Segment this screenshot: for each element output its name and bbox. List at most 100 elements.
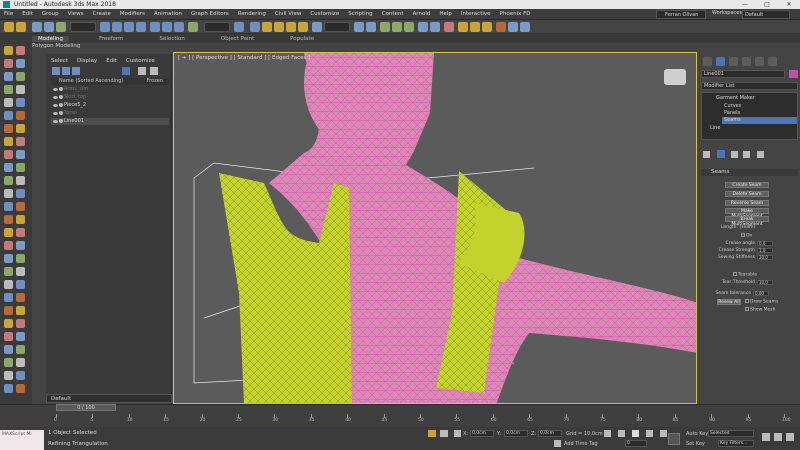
motion-tab-icon[interactable]: [742, 57, 751, 66]
light-icon[interactable]: [4, 150, 13, 159]
stack-item-line[interactable]: Line: [710, 125, 720, 132]
display-shapes-icon[interactable]: [72, 67, 80, 75]
reference-coordinate-dropdown[interactable]: [204, 22, 230, 32]
key-mode-icon[interactable]: [668, 433, 680, 445]
viewport-alt-icon[interactable]: [16, 293, 25, 302]
schematic-view-icon[interactable]: [430, 22, 440, 32]
phoenix-icon[interactable]: [4, 345, 13, 354]
column-header[interactable]: Name (Sorted Ascending) Frozen: [51, 78, 169, 85]
delete-seam-button[interactable]: Delete Seam: [725, 191, 769, 197]
x-coordinate-field[interactable]: 0,0cm: [470, 430, 494, 437]
viewport-icon[interactable]: [4, 293, 13, 302]
menu-modifiers[interactable]: Modifiers: [120, 11, 145, 17]
arnold-alt-icon[interactable]: [16, 332, 25, 341]
display-alt-icon[interactable]: [16, 306, 25, 315]
helper-icon[interactable]: [4, 176, 13, 185]
select-and-rotate-icon[interactable]: [162, 22, 172, 32]
go-to-start-icon[interactable]: [604, 430, 611, 437]
object-name-field[interactable]: Line001: [701, 70, 785, 78]
seam-tolerance-spinner[interactable]: 0,00: [753, 291, 769, 296]
z-coordinate-field[interactable]: 0,0cm: [538, 430, 562, 437]
scene-row-torso[interactable]: Torso: [51, 110, 169, 117]
script-icon[interactable]: [4, 267, 13, 276]
menu-group[interactable]: Group: [42, 11, 59, 17]
render-alt-icon[interactable]: [16, 215, 25, 224]
snap-toggle-icon[interactable]: [262, 22, 272, 32]
sort-icon[interactable]: [122, 67, 130, 75]
paint-alt-icon[interactable]: [16, 111, 25, 120]
window-crossing-icon[interactable]: [136, 22, 146, 32]
resew-all-button[interactable]: Resew All: [717, 299, 741, 305]
next-frame-icon[interactable]: [646, 430, 653, 437]
bind-space-warp-icon[interactable]: [56, 22, 66, 32]
zoom-all-icon[interactable]: [774, 433, 782, 441]
perspective-viewport[interactable]: [ + ] [ Perspective ] [ Standard ] [ Edg…: [173, 52, 697, 404]
object-alt-icon[interactable]: [16, 124, 25, 133]
link-icon[interactable]: [32, 22, 42, 32]
crease-angle-spinner[interactable]: 0,0: [757, 241, 773, 246]
show-end-result-icon[interactable]: [717, 150, 725, 158]
current-frame-field[interactable]: 0: [625, 440, 647, 447]
tab-modeling[interactable]: Modeling: [32, 35, 70, 42]
menu-help[interactable]: Help: [439, 11, 452, 17]
curve-alt-icon[interactable]: [16, 254, 25, 263]
curve-editor-icon[interactable]: [418, 22, 428, 32]
arnold-render-icon[interactable]: [496, 22, 506, 32]
tear-threshold-spinner[interactable]: 10,0: [757, 280, 773, 285]
open-icon[interactable]: [4, 59, 13, 68]
garment-panel-front[interactable]: [219, 173, 352, 404]
new-scene-alt-icon[interactable]: [16, 46, 25, 55]
utility-alt-icon[interactable]: [16, 319, 25, 328]
user-account-dropdown[interactable]: Ferran Olivan: [656, 10, 706, 19]
workspace-dropdown[interactable]: Default: [742, 10, 790, 19]
time-tag-icon[interactable]: [554, 440, 561, 447]
freeform-alt-icon[interactable]: [16, 98, 25, 107]
scene-tab-customize[interactable]: Customize: [126, 58, 155, 64]
scene-tab-edit[interactable]: Edit: [106, 58, 117, 64]
menu-edit[interactable]: Edit: [22, 11, 33, 17]
scene-tab-display[interactable]: Display: [77, 58, 97, 64]
light-alt-icon[interactable]: [16, 150, 25, 159]
utilities-tab-icon[interactable]: [768, 57, 777, 66]
pin-stack-icon[interactable]: [703, 151, 710, 158]
select-and-move-icon[interactable]: [150, 22, 160, 32]
zoom-icon[interactable]: [762, 433, 770, 441]
new-scene-icon[interactable]: [4, 46, 13, 55]
menu-arnold[interactable]: Arnold: [413, 11, 431, 17]
redo-icon[interactable]: [16, 22, 26, 32]
layer-explorer-icon[interactable]: [392, 22, 402, 32]
visibility-eye-icon[interactable]: [53, 96, 58, 99]
material-editor-icon[interactable]: [444, 22, 454, 32]
stack-item-curves[interactable]: Curves: [724, 103, 741, 110]
remove-modifier-icon[interactable]: [743, 151, 750, 158]
visibility-eye-icon[interactable]: [53, 112, 58, 115]
set-key-button[interactable]: Set Key: [686, 441, 705, 447]
named-selection-set-dropdown[interactable]: [324, 22, 350, 32]
reverse-seam-button[interactable]: Reverse Seam: [725, 200, 769, 206]
filter-icon[interactable]: [52, 67, 60, 75]
stack-item-seams[interactable]: Seams: [722, 117, 797, 124]
open-alt-icon[interactable]: [16, 59, 25, 68]
rectangular-selection-icon[interactable]: [124, 22, 134, 32]
phoenix-alt-icon[interactable]: [16, 345, 25, 354]
menu-rendering[interactable]: Rendering: [238, 11, 266, 17]
orbit-icon[interactable]: [786, 433, 794, 441]
utility-icon[interactable]: [4, 319, 13, 328]
make-multisegment-button[interactable]: Make MultiSegment: [725, 208, 769, 219]
selected-set-dropdown[interactable]: Selected: [708, 430, 754, 437]
save-alt-icon[interactable]: [16, 72, 25, 81]
freeform-icon[interactable]: [4, 98, 13, 107]
on-checkbox[interactable]: On: [741, 233, 752, 239]
select-object-icon[interactable]: [100, 22, 110, 32]
display-geometry-icon[interactable]: [62, 67, 70, 75]
layer-dropdown[interactable]: Default: [46, 394, 172, 403]
sewing-stiffness-spinner[interactable]: 20,0: [757, 255, 773, 260]
menu-views[interactable]: Views: [68, 11, 84, 17]
a360-gallery-icon[interactable]: [520, 22, 530, 32]
maxscript-listener[interactable]: MAXScript Mi: [0, 430, 44, 450]
add-time-tag[interactable]: Add Time Tag: [564, 441, 598, 447]
seams-rollout-header[interactable]: Seams: [701, 169, 798, 176]
tools-alt-icon[interactable]: [16, 358, 25, 367]
rendered-frame-window-icon[interactable]: [470, 22, 480, 32]
script-alt-icon[interactable]: [16, 267, 25, 276]
